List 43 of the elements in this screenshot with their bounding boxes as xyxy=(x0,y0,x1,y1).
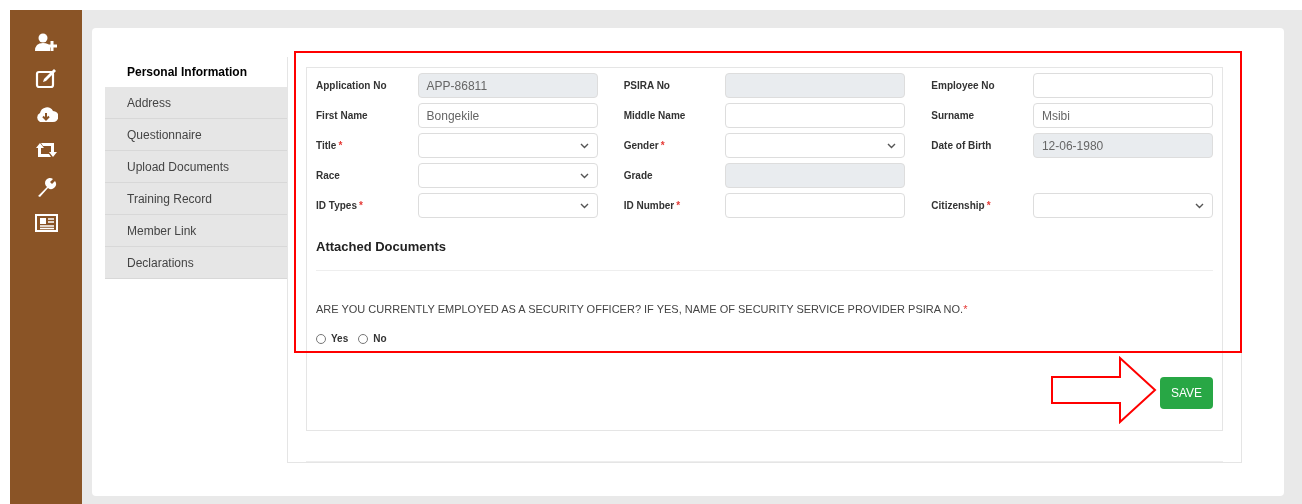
field-label: Application No xyxy=(316,79,388,93)
field-label: Surname xyxy=(931,109,976,123)
input-field[interactable] xyxy=(1032,73,1213,98)
field-label: ID Number * xyxy=(623,199,682,213)
newspaper-icon[interactable] xyxy=(34,212,58,234)
field-label: PSIRA No xyxy=(623,79,671,93)
input-field[interactable]: Msibi xyxy=(1032,103,1213,128)
chevron-down-icon xyxy=(579,172,589,179)
arrow-annotation-icon xyxy=(1050,356,1157,424)
tab[interactable]: Address xyxy=(105,87,287,119)
chevron-down-icon xyxy=(579,202,589,209)
select-field[interactable] xyxy=(417,163,598,188)
edit-icon[interactable] xyxy=(34,68,58,90)
radio-label: Yes xyxy=(331,332,349,346)
field-label: Citizenship * xyxy=(931,199,992,213)
chevron-down-icon xyxy=(1195,202,1204,209)
field-label: Date of Birth xyxy=(931,139,993,153)
tab[interactable]: Training Record xyxy=(105,183,287,215)
select-field[interactable] xyxy=(417,193,598,218)
radio-label: No xyxy=(373,332,387,346)
input-field[interactable] xyxy=(725,193,906,218)
tab[interactable]: Questionnaire xyxy=(105,119,287,151)
user-plus-icon[interactable] xyxy=(34,32,58,54)
tab[interactable]: Member Link xyxy=(105,215,287,247)
field-label: Grade xyxy=(623,169,654,183)
field-label: First Name xyxy=(316,109,369,123)
question-text: ARE YOU CURRENTLY EMPLOYED AS A SECURITY OFFICER? IF YES, NAME OF SECURITY SERVICE PROVIDER PSIRA NO.* xyxy=(316,301,969,317)
input-field[interactable] xyxy=(725,103,906,128)
select-field[interactable] xyxy=(417,133,598,158)
field-label: Middle Name xyxy=(623,109,687,123)
field-label: Gender * xyxy=(623,139,666,153)
field-label: ID Types * xyxy=(316,199,364,213)
select-field[interactable] xyxy=(725,133,906,158)
field-label: Employee No xyxy=(931,79,996,93)
chevron-down-icon xyxy=(579,142,589,149)
tab[interactable]: Upload Documents xyxy=(105,151,287,183)
input-field[interactable]: Bongekile xyxy=(417,103,598,128)
tab[interactable]: Declarations xyxy=(105,247,287,279)
field-label: Race xyxy=(316,169,341,183)
section-title: Attached Documents xyxy=(316,237,1213,271)
chevron-down-icon xyxy=(887,142,897,149)
field-label: Title * xyxy=(316,139,344,153)
select-field[interactable] xyxy=(1032,193,1213,218)
